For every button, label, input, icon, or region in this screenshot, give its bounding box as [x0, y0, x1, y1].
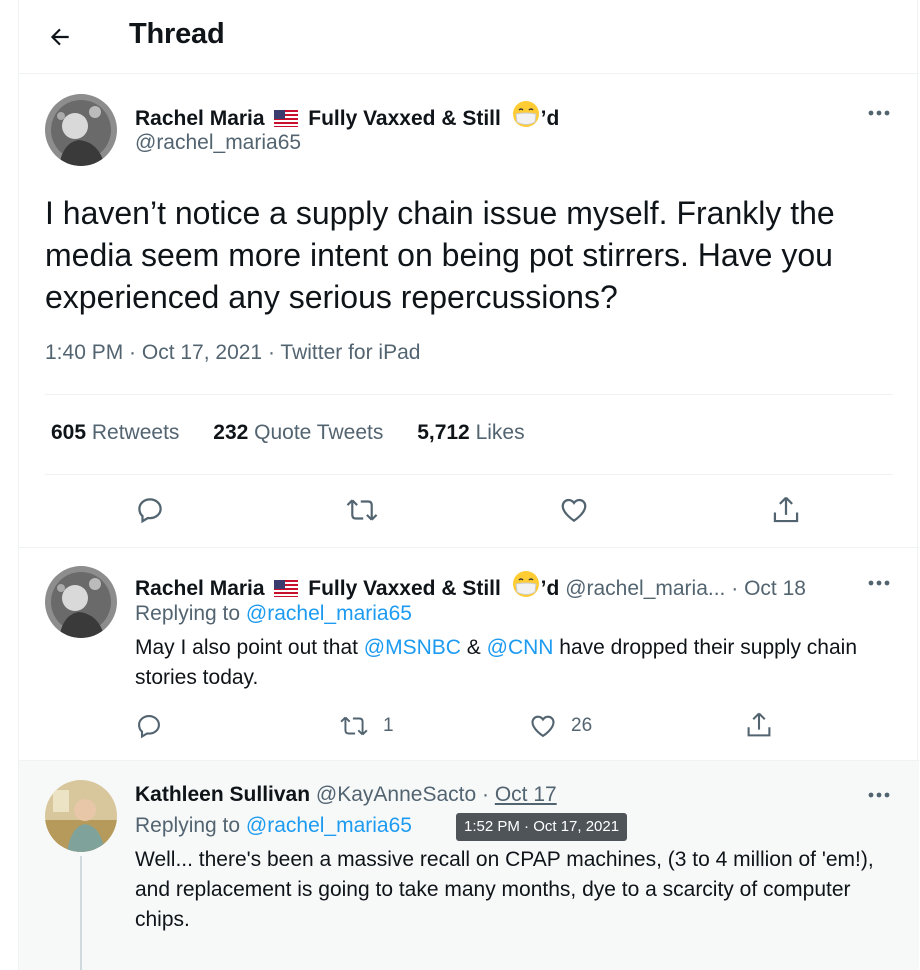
timestamp-tooltip: 1:52 PM · Oct 17, 2021 — [456, 813, 628, 841]
retweet-button[interactable]: 1 — [339, 712, 394, 740]
divider — [19, 760, 919, 761]
share-button[interactable] — [745, 710, 773, 740]
thread-column: Thread Rachel Maria Fully Vaxxed & Still… — [18, 0, 919, 970]
reply-icon — [138, 715, 160, 739]
tweet-timestamp[interactable]: 1:40 PM · Oct 17, 2021 · Twitter for iPa… — [45, 341, 420, 365]
author-name-end: ’d — [540, 107, 560, 130]
medical-mask-emoji-icon — [512, 571, 539, 597]
author-name-end: ’d — [540, 577, 560, 600]
author-name-suffix[interactable]: Fully Vaxxed & Still — [308, 577, 501, 600]
more-options-button[interactable] — [862, 570, 896, 596]
avatar-image — [45, 566, 117, 638]
replying-to: Replying to @rachel_maria65 — [135, 602, 412, 625]
replying-to-link[interactable]: @rachel_maria65 — [246, 602, 412, 625]
reply-author[interactable]: Kathleen Sullivan @KayAnneSacto · Oct 17 — [135, 782, 557, 808]
back-button[interactable] — [43, 20, 77, 54]
author-handle[interactable]: @rachel_maria65 — [135, 130, 301, 156]
heart-icon — [531, 715, 555, 738]
replying-to-link[interactable]: @rachel_maria65 — [246, 814, 412, 837]
likes-stat[interactable]: 5,712 Likes — [417, 421, 524, 444]
avatar[interactable] — [45, 566, 117, 638]
avatar-image — [45, 94, 117, 166]
arrow-left-icon — [50, 28, 69, 46]
reply-button[interactable] — [135, 495, 165, 525]
retweet-icon — [340, 716, 368, 736]
thread-header: Thread — [19, 0, 919, 74]
divider — [45, 394, 893, 395]
medical-mask-emoji-icon — [512, 101, 539, 127]
more-options-button[interactable] — [862, 100, 896, 126]
retweets-stat[interactable]: 605 Retweets — [51, 421, 179, 444]
reply-button[interactable] — [135, 712, 163, 740]
share-button[interactable] — [771, 494, 801, 526]
tweet-date[interactable]: · Oct 18 — [731, 577, 806, 600]
page-title: Thread — [129, 18, 225, 50]
reply-text: May I also point out that @MSNBC & @CNN … — [135, 636, 858, 689]
like-count: 26 — [571, 715, 593, 736]
divider — [19, 547, 919, 548]
retweet-icon — [346, 499, 378, 521]
like-button[interactable]: 26 — [529, 712, 592, 740]
like-button[interactable] — [559, 495, 589, 525]
avatar[interactable] — [45, 780, 117, 852]
divider — [45, 474, 893, 475]
author-handle[interactable]: @rachel_maria... — [565, 577, 725, 600]
more-horizontal-icon — [868, 110, 890, 116]
tweet-date[interactable]: Oct 17 — [495, 783, 557, 806]
thread-connector-line — [80, 856, 82, 970]
retweet-count: 1 — [383, 715, 394, 736]
main-tweet-author[interactable]: Rachel Maria Fully Vaxxed & Still ’d — [135, 99, 559, 132]
author-name-suffix[interactable]: Fully Vaxxed & Still — [308, 107, 501, 130]
heart-icon — [561, 498, 587, 522]
us-flag-icon — [274, 110, 299, 127]
quote-tweets-stat[interactable]: 232 Quote Tweets — [213, 421, 383, 444]
author-name[interactable]: Kathleen Sullivan — [135, 783, 310, 806]
tweet-stats: 605 Retweets 232 Quote Tweets 5,712 Like… — [51, 421, 553, 445]
reply-author[interactable]: Rachel Maria Fully Vaxxed & Still ’d @ra… — [135, 569, 806, 602]
mention-link[interactable]: @CNN — [487, 636, 554, 659]
tweet-text: I haven’t notice a supply chain issue my… — [45, 195, 835, 315]
reply-text: Well... there's been a massive recall on… — [135, 848, 874, 931]
more-options-button[interactable] — [862, 782, 896, 808]
more-horizontal-icon — [868, 580, 890, 586]
us-flag-icon — [274, 580, 299, 597]
replying-to: Replying to @rachel_maria65 — [135, 814, 412, 837]
share-icon — [747, 712, 771, 737]
avatar-image — [45, 780, 117, 852]
retweet-button[interactable] — [345, 495, 379, 525]
author-name[interactable]: Rachel Maria — [135, 107, 265, 130]
author-handle[interactable]: @KayAnneSacto — [316, 783, 476, 806]
mention-link[interactable]: @MSNBC — [364, 636, 461, 659]
reply-icon — [138, 498, 162, 524]
author-name[interactable]: Rachel Maria — [135, 577, 265, 600]
share-icon — [773, 496, 799, 523]
more-horizontal-icon — [868, 792, 890, 798]
avatar[interactable] — [45, 94, 117, 166]
